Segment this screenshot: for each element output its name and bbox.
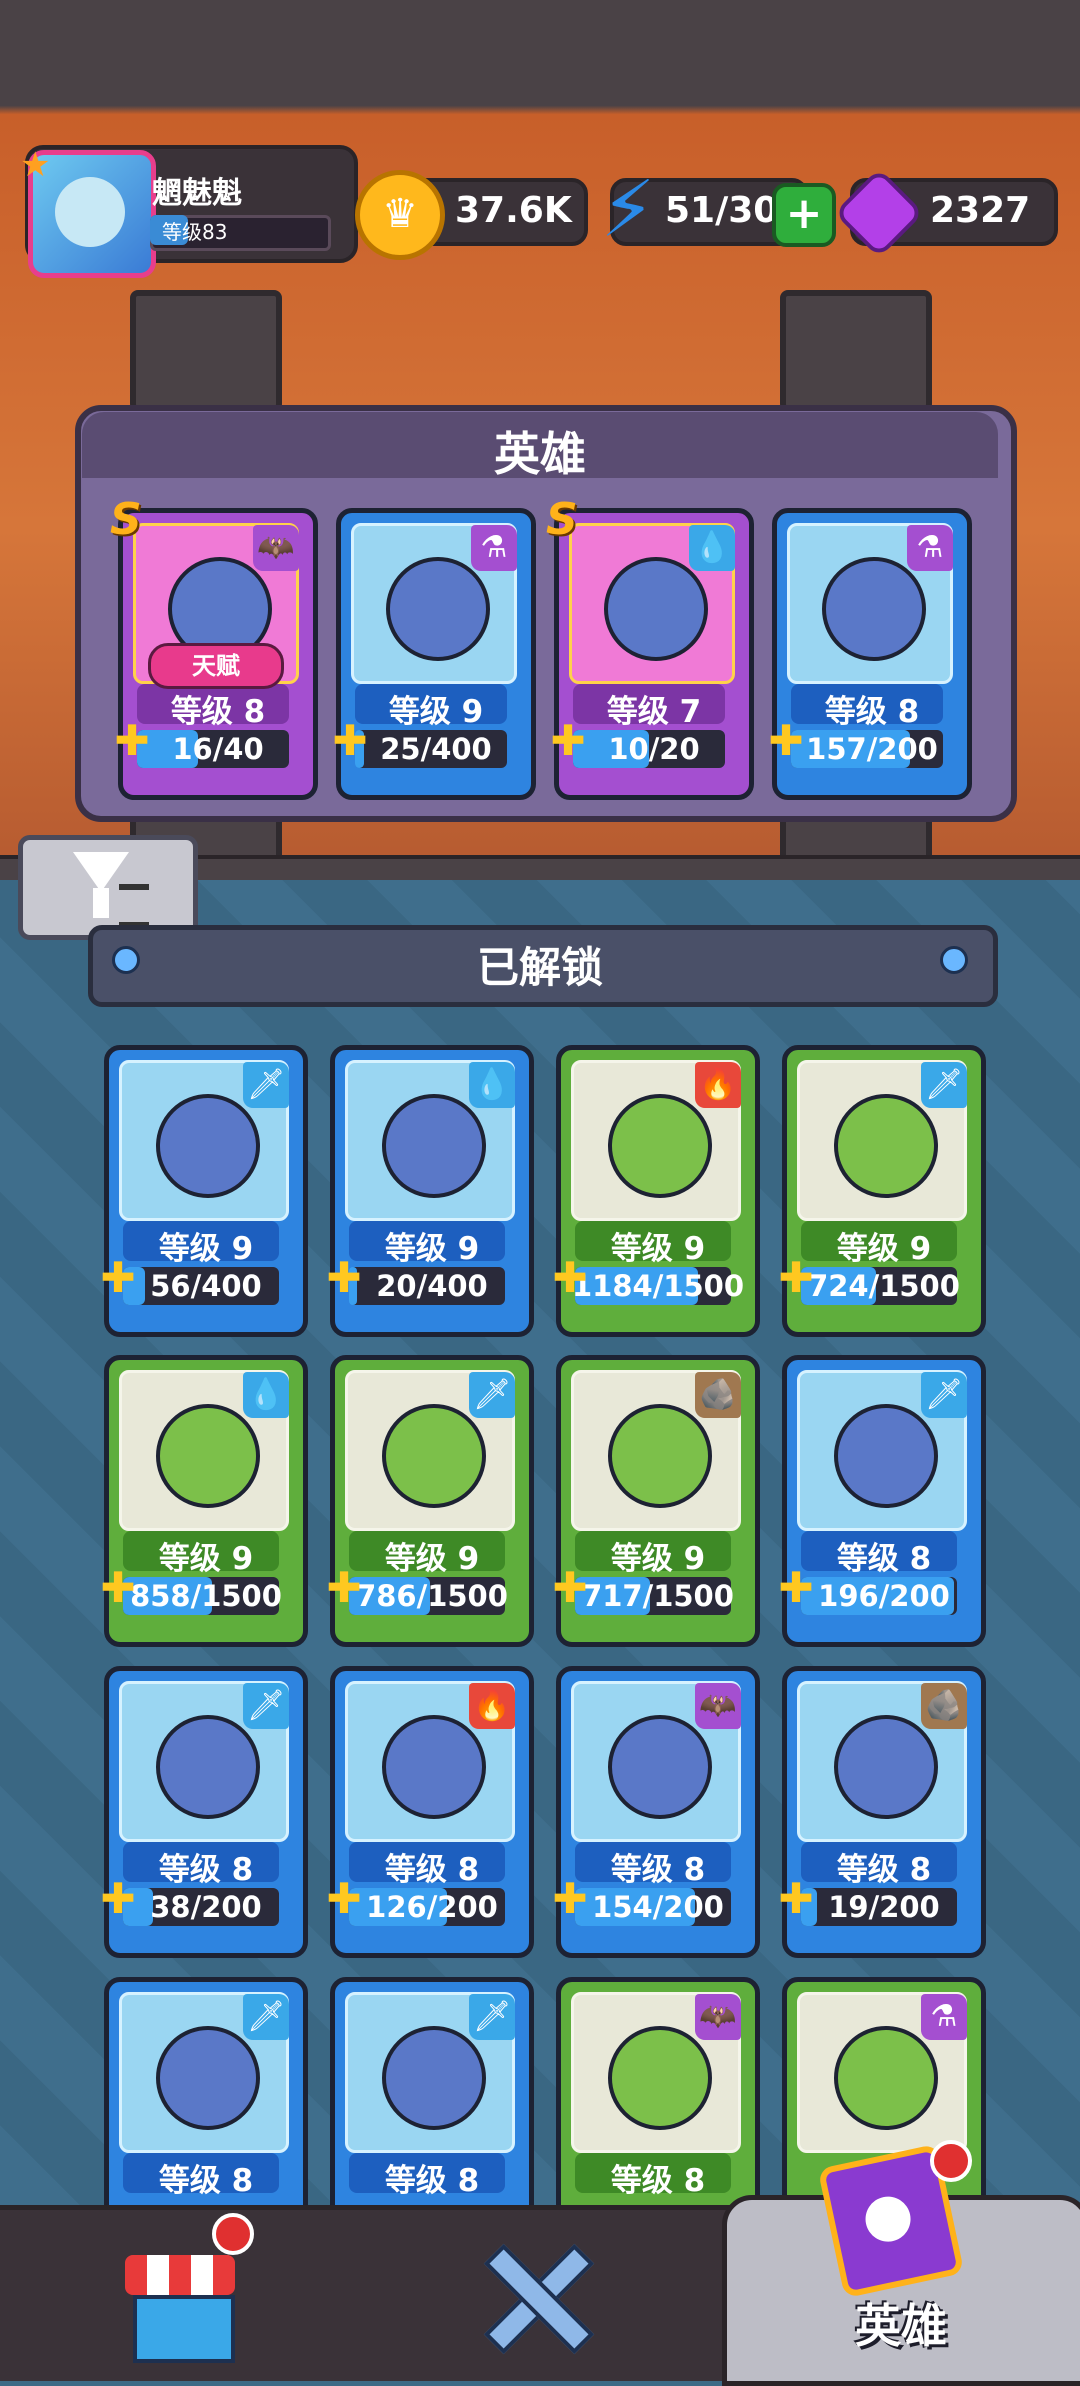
potion-icon: ⚗ [471,525,517,571]
gem-amount: 2327 [930,190,1031,231]
water-drop-icon: 💧 [469,1062,515,1108]
hero-figure [381,2026,487,2131]
hero-figure [833,1404,939,1509]
sword-icon: 🗡 [243,1994,289,2040]
gold-amount: 37.6K [455,190,572,231]
energy-amount: 51/30 [665,190,779,231]
talent-button[interactable]: 天赋 [148,643,284,689]
filter-icon-stem [93,888,109,918]
puzzle-piece-icon: ✚ [778,1563,814,1613]
hero-figure [833,1715,939,1820]
puzzle-piece-icon: ✚ [114,716,150,766]
potion-icon: ⚗ [921,1994,967,2040]
hero-figure [385,557,491,662]
hero-figure [155,1404,261,1509]
rock-icon: 🪨 [921,1683,967,1729]
hero-figure [833,2026,939,2131]
shop-notification-dot [212,2213,254,2255]
puzzle-piece-icon: ✚ [552,1874,588,1924]
hero-figure [607,1715,713,1820]
puzzle-piece-icon: ✚ [778,1874,814,1924]
hero-notification-dot [930,2140,972,2182]
rock-icon: 🪨 [695,1372,741,1418]
hero-figure [833,1094,939,1199]
puzzle-piece-icon: ✚ [326,1563,362,1613]
list-icon [119,884,149,928]
rarity-tag: S [110,494,142,545]
hero-figure [155,2026,261,2131]
puzzle-piece-icon: ✚ [100,1563,136,1613]
hero-figure [607,1404,713,1509]
puzzle-piece-icon: ✚ [100,1253,136,1303]
battle-icon[interactable] [480,2240,595,2355]
puzzle-piece-icon: ✚ [326,1874,362,1924]
water-drop-icon: 💧 [243,1372,289,1418]
sword-icon: 🗡 [469,1994,515,2040]
sword-icon: 🗡 [243,1683,289,1729]
hero-figure [381,1404,487,1509]
potion-icon: ⚗ [907,525,953,571]
fire-icon: 🔥 [695,1062,741,1108]
hero-tab-label: 英雄 [855,2299,947,2353]
hero-figure [155,1094,261,1199]
avatar-face [55,177,125,247]
puzzle-piece-icon: ✚ [550,716,586,766]
hero-level: 等级 8 [158,2163,254,2200]
sword-icon: 🗡 [469,1372,515,1418]
add-energy-button[interactable]: + [772,183,836,247]
player-name: 魍魅魁 [152,176,242,211]
hero-level: 等级 8 [384,2163,480,2200]
puzzle-piece-icon: ✚ [552,1563,588,1613]
hero-panel-title: 英雄 [494,427,586,481]
hero-figure [607,1094,713,1199]
gold-crown-icon: ♛ [355,170,445,260]
hero-figure [381,1094,487,1199]
hero-figure [603,557,709,662]
hero-level: 等级 8 [610,2163,706,2200]
bat-icon: 🦇 [253,525,299,571]
rarity-tag: S [546,494,578,545]
shop-icon[interactable] [125,2255,235,2363]
sword-icon: 🗡 [921,1372,967,1418]
hero-figure [155,1715,261,1820]
puzzle-piece-icon: ✚ [768,716,804,766]
puzzle-piece-icon: ✚ [100,1874,136,1924]
hero-figure [607,2026,713,2131]
puzzle-piece-icon: ✚ [778,1253,814,1303]
puzzle-piece-icon: ✚ [332,716,368,766]
puzzle-piece-icon: ✚ [326,1253,362,1303]
arena-pillar [130,290,282,412]
water-drop-icon: 💧 [689,525,735,571]
star-icon: ★ [20,145,51,185]
lightning-icon: ⚡ [600,165,656,255]
sword-icon: 🗡 [243,1062,289,1108]
bat-icon: 🦇 [695,1994,741,2040]
unlocked-title: 已解锁 [476,943,603,992]
fire-icon: 🔥 [469,1683,515,1729]
bat-icon: 🦇 [695,1683,741,1729]
player-level: 等级83 [162,220,228,244]
hero-figure [821,557,927,662]
hero-figure [381,1715,487,1820]
puzzle-piece-icon: ✚ [552,1253,588,1303]
arena-pillar [780,290,932,412]
sword-icon: 🗡 [921,1062,967,1108]
